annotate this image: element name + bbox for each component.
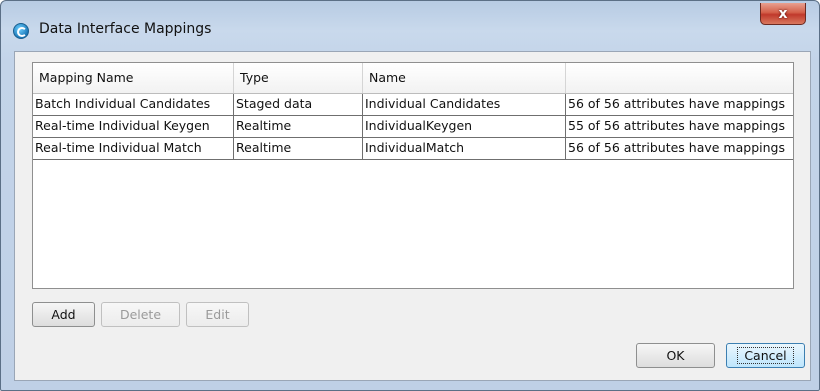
ok-button-label: OK (666, 348, 685, 363)
close-button[interactable]: x (760, 3, 806, 25)
dialog-content-panel: Mapping Name Type Name Batch Individual … (14, 51, 811, 381)
cancel-button[interactable]: Cancel (726, 343, 805, 368)
mappings-table[interactable]: Mapping Name Type Name Batch Individual … (32, 62, 794, 289)
table-row[interactable]: Real-time Individual Match Realtime Indi… (33, 138, 793, 160)
add-button-label: Add (51, 307, 76, 322)
column-header-type[interactable]: Type (234, 63, 363, 93)
column-header-status[interactable] (566, 63, 793, 93)
app-logo-icon (13, 23, 29, 39)
column-header-name[interactable]: Name (363, 63, 566, 93)
add-button[interactable]: Add (32, 302, 95, 327)
table-row[interactable]: Real-time Individual Keygen Realtime Ind… (33, 116, 793, 138)
cell-type: Staged data (234, 94, 363, 115)
column-header-mapping-name[interactable]: Mapping Name (33, 63, 234, 93)
cell-status: 56 of 56 attributes have mappings (568, 140, 785, 155)
window-title: Data Interface Mappings (39, 21, 212, 37)
cell-status: 55 of 56 attributes have mappings (568, 118, 785, 133)
table-row[interactable]: Batch Individual Candidates Staged data … (33, 94, 793, 116)
cell-name: Individual Candidates (363, 94, 566, 115)
table-header: Mapping Name Type Name (33, 63, 793, 94)
cell-mapping-name: Batch Individual Candidates (33, 94, 234, 115)
title-bar[interactable]: Data Interface Mappings x (1, 1, 819, 57)
delete-button[interactable]: Delete (101, 302, 180, 327)
delete-button-label: Delete (119, 307, 162, 322)
cell-type: Realtime (234, 116, 363, 137)
close-icon: x (778, 5, 788, 22)
ok-button[interactable]: OK (636, 343, 715, 368)
cancel-button-label: Cancel (737, 347, 794, 364)
cell-status: 56 of 56 attributes have mappings (568, 96, 785, 111)
cell-type: Realtime (234, 138, 363, 159)
edit-button-label: Edit (205, 307, 230, 322)
cell-name: IndividualMatch (363, 138, 566, 159)
cell-mapping-name: Real-time Individual Match (33, 138, 234, 159)
cell-mapping-name: Real-time Individual Keygen (33, 116, 234, 137)
dialog-window: Data Interface Mappings x Mapping Name T… (0, 0, 820, 391)
edit-button[interactable]: Edit (186, 302, 249, 327)
cell-name: IndividualKeygen (363, 116, 566, 137)
